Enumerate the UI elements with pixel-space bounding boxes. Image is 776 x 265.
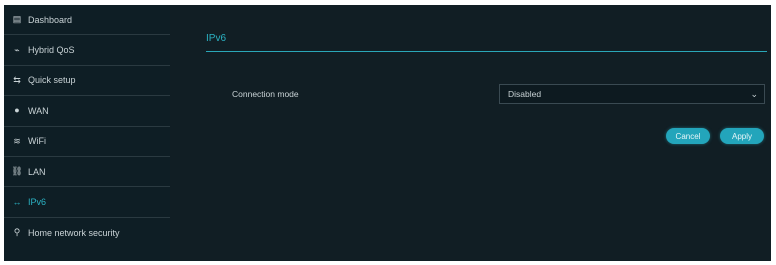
- quick-setup-icon: ⇆: [13, 74, 21, 85]
- qos-icon: ⌁: [14, 44, 20, 55]
- sidebar-item-quick-setup[interactable]: ⇆ Quick setup: [4, 66, 170, 97]
- wifi-icon: ≋: [13, 135, 21, 146]
- connection-mode-label: Connection mode: [232, 89, 299, 99]
- ipv6-icon: ↔: [12, 196, 22, 207]
- page-title: IPv6: [206, 33, 227, 44]
- router-admin-window: ▤ Dashboard ⌁ Hybrid QoS ⇆ Quick setup ●…: [4, 5, 771, 261]
- sidebar-item-lan[interactable]: ⛓ LAN: [4, 157, 170, 188]
- sidebar-item-label: IPv6: [28, 197, 47, 208]
- sidebar-item-label: LAN: [28, 166, 46, 177]
- sidebar-item-wan[interactable]: ● WAN: [4, 96, 170, 127]
- sidebar-item-hybrid-qos[interactable]: ⌁ Hybrid QoS: [4, 35, 170, 66]
- apply-button[interactable]: Apply: [720, 128, 764, 144]
- security-icon: ⚲: [13, 227, 21, 238]
- sidebar-item-label: Dashboard: [28, 14, 73, 25]
- sidebar-item-wifi[interactable]: ≋ WiFi: [4, 127, 170, 157]
- sidebar: ▤ Dashboard ⌁ Hybrid QoS ⇆ Quick setup ●…: [4, 5, 170, 261]
- sidebar-item-label: WiFi: [28, 136, 46, 147]
- connection-mode-value: Disabled: [508, 89, 542, 99]
- globe-icon: ●: [14, 105, 20, 116]
- sidebar-item-ipv6[interactable]: ↔ IPv6: [4, 187, 170, 218]
- sidebar-item-label: Hybrid QoS: [28, 45, 75, 56]
- title-divider: [206, 51, 767, 52]
- cancel-button[interactable]: Cancel: [666, 128, 710, 144]
- chevron-down-icon: ⌄: [750, 89, 758, 99]
- sidebar-item-dashboard[interactable]: ▤ Dashboard: [4, 5, 170, 36]
- sidebar-item-label: Home network security: [28, 227, 120, 238]
- sidebar-item-label: Quick setup: [28, 75, 76, 86]
- connection-mode-select[interactable]: Disabled ⌄: [499, 84, 765, 104]
- dashboard-icon: ▤: [12, 14, 22, 25]
- lan-icon: ⛓: [11, 166, 23, 177]
- sidebar-item-label: WAN: [28, 105, 49, 116]
- main-panel: IPv6 Connection mode Disabled ⌄ Cancel A…: [170, 5, 771, 261]
- sidebar-item-home-network-security[interactable]: ⚲ Home network security: [4, 218, 170, 248]
